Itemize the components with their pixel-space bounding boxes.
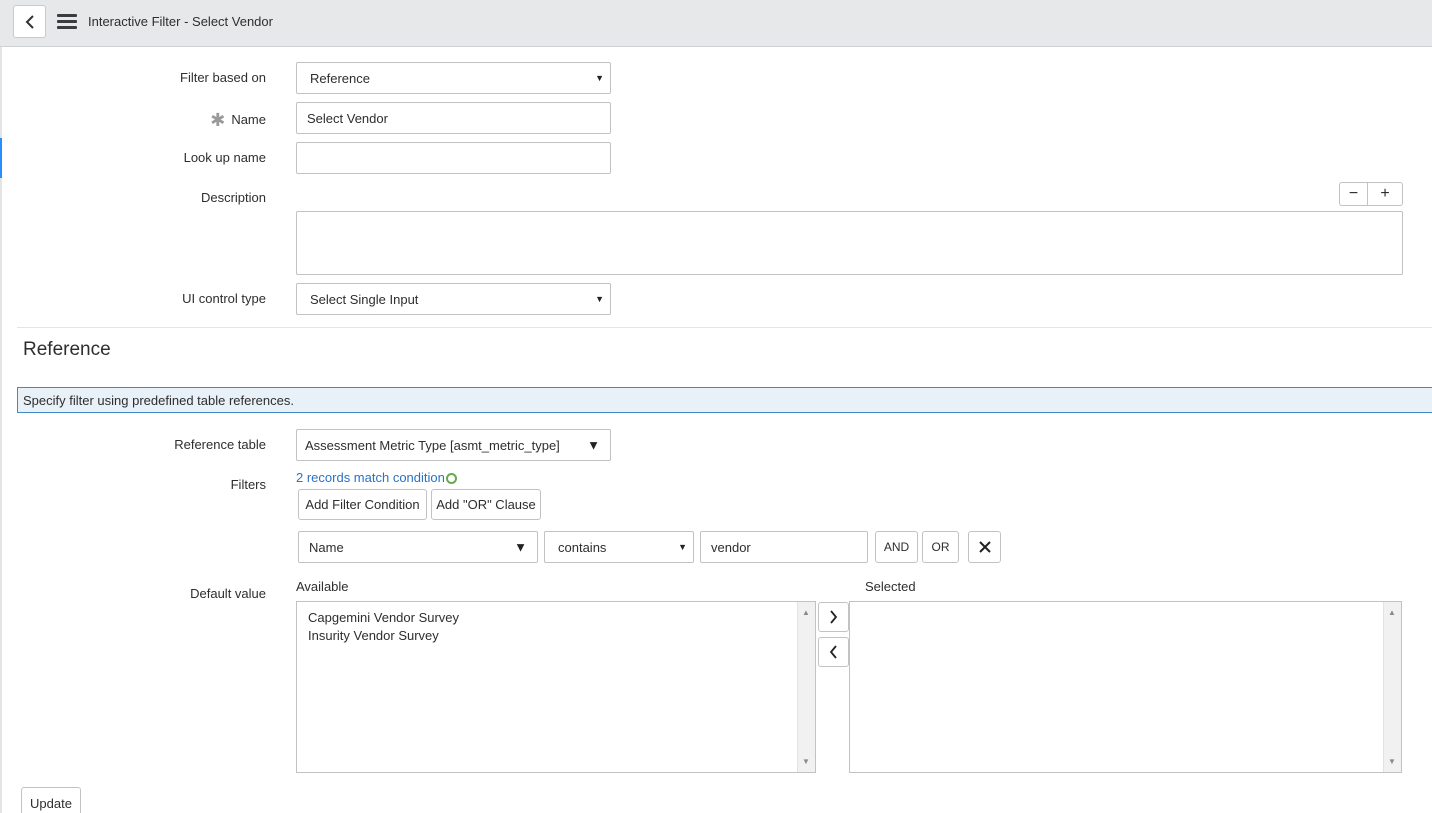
name-input[interactable]: Select Vendor xyxy=(296,102,611,134)
condition-operator-value: contains xyxy=(558,539,607,555)
ui-control-type-label: UI control type xyxy=(182,291,266,306)
chevron-left-icon xyxy=(829,645,837,659)
add-or-clause-button[interactable]: Add "OR" Clause xyxy=(431,489,541,520)
selected-label: Selected xyxy=(865,579,916,594)
section-title: Reference xyxy=(23,339,111,360)
left-accent xyxy=(0,138,2,178)
filter-based-on-select[interactable]: Reference ▼ xyxy=(296,62,611,94)
chevron-right-icon xyxy=(830,610,838,624)
scroll-up-icon[interactable]: ▲ xyxy=(1388,608,1396,617)
reference-table-select[interactable]: Assessment Metric Type [asmt_metric_type… xyxy=(296,429,611,461)
back-button[interactable] xyxy=(13,5,46,38)
scrollbar[interactable]: ▲ ▼ xyxy=(797,602,815,772)
and-button[interactable]: AND xyxy=(875,531,918,563)
condition-field-select[interactable]: Name ▼ xyxy=(298,531,538,563)
list-item[interactable]: Insurity Vendor Survey xyxy=(297,627,815,645)
lookup-name-input[interactable] xyxy=(296,142,611,174)
refresh-gear-icon[interactable] xyxy=(445,473,457,484)
move-left-button[interactable] xyxy=(818,637,849,667)
available-label: Available xyxy=(296,579,349,594)
close-icon xyxy=(978,541,991,553)
records-match-text: 2 records match condition xyxy=(296,470,445,485)
or-button[interactable]: OR xyxy=(922,531,959,563)
page-title: Interactive Filter - Select Vendor xyxy=(88,14,273,29)
default-value-label: Default value xyxy=(190,586,266,601)
ui-control-type-value: Select Single Input xyxy=(310,291,419,307)
filters-label: Filters xyxy=(230,477,266,492)
name-label-wrap: ✱ Name xyxy=(210,110,266,131)
selected-listbox[interactable]: ▲ ▼ xyxy=(849,601,1402,773)
reference-table-value: Assessment Metric Type [asmt_metric_type… xyxy=(305,437,560,453)
expand-textarea-button[interactable]: + xyxy=(1367,182,1403,206)
filter-based-on-value: Reference xyxy=(310,70,370,86)
condition-value-input[interactable]: vendor xyxy=(700,531,868,563)
info-message: Specify filter using predefined table re… xyxy=(17,387,1432,413)
chevron-left-icon xyxy=(25,14,34,29)
page-header: Interactive Filter - Select Vendor xyxy=(0,0,1432,47)
move-right-button[interactable] xyxy=(818,602,849,632)
name-label: Name xyxy=(231,112,266,127)
shrink-textarea-button[interactable]: − xyxy=(1339,182,1368,206)
add-filter-condition-button[interactable]: Add Filter Condition xyxy=(298,489,427,520)
required-icon: ✱ xyxy=(210,110,226,130)
description-label: Description xyxy=(200,190,266,205)
ui-control-type-select[interactable]: Select Single Input ▼ xyxy=(296,283,611,315)
section-divider xyxy=(17,327,1432,328)
dropdown-arrow-icon: ▼ xyxy=(595,294,604,304)
update-button[interactable]: Update xyxy=(21,787,81,813)
hamburger-menu-icon[interactable] xyxy=(57,14,77,30)
lookup-name-label: Look up name xyxy=(183,150,266,165)
list-item[interactable]: Capgemini Vendor Survey xyxy=(297,609,815,627)
dropdown-arrow-icon: ▼ xyxy=(514,539,527,555)
scrollbar[interactable]: ▲ ▼ xyxy=(1383,602,1401,772)
scroll-down-icon[interactable]: ▼ xyxy=(1388,757,1396,766)
condition-operator-select[interactable]: contains ▼ xyxy=(544,531,694,563)
reference-table-label: Reference table xyxy=(174,437,266,452)
description-textarea[interactable] xyxy=(296,211,1403,275)
filter-based-on-label: Filter based on xyxy=(180,70,266,85)
condition-field-value: Name xyxy=(309,539,344,555)
remove-condition-button[interactable] xyxy=(968,531,1001,563)
dropdown-arrow-icon: ▼ xyxy=(587,437,600,453)
scroll-down-icon[interactable]: ▼ xyxy=(802,757,810,766)
available-listbox[interactable]: Capgemini Vendor Survey Insurity Vendor … xyxy=(296,601,816,773)
dropdown-arrow-icon: ▼ xyxy=(595,73,604,83)
records-match-link[interactable]: 2 records match condition xyxy=(296,470,457,485)
scroll-up-icon[interactable]: ▲ xyxy=(802,608,810,617)
dropdown-arrow-icon: ▼ xyxy=(678,542,687,552)
